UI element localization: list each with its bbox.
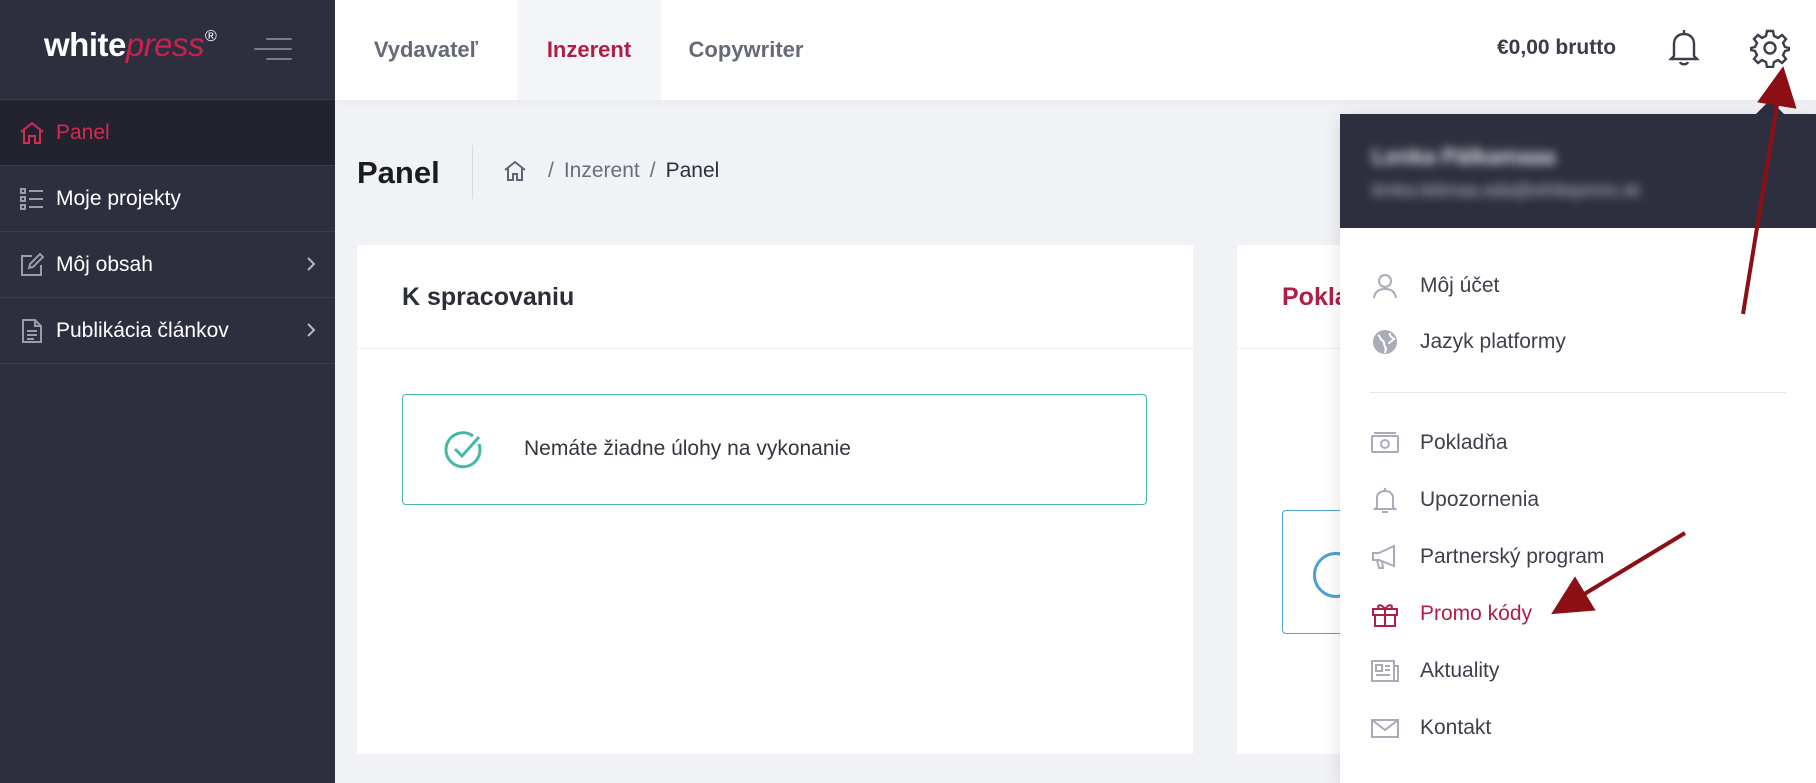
logo-white-text: white — [44, 26, 126, 63]
check-circle-icon — [444, 431, 482, 469]
no-tasks-notice: Nemáte žiadne úlohy na vykonanie — [402, 394, 1147, 505]
document-icon — [18, 317, 46, 345]
chevron-right-icon — [307, 257, 316, 271]
menu-toggle-icon[interactable] — [254, 36, 292, 62]
menu-item-label: Kontakt — [1420, 716, 1492, 739]
gift-icon — [1372, 604, 1398, 627]
breadcrumb-current: Panel — [665, 159, 720, 182]
cash-icon — [1371, 432, 1399, 453]
sidebar-item-content[interactable]: Môj obsah — [0, 232, 335, 298]
menu-item-label: Promo kódy — [1420, 602, 1533, 625]
logo-press-text: press — [125, 26, 205, 63]
sidebar-item-label: Panel — [56, 120, 110, 144]
home-icon[interactable] — [502, 158, 528, 184]
user-icon — [1373, 274, 1397, 299]
edit-icon — [18, 251, 46, 279]
menu-item-promo-codes[interactable]: Promo kódy — [1370, 594, 1532, 634]
menu-item-my-account[interactable]: Môj účet — [1370, 266, 1499, 306]
sidebar-item-panel[interactable]: Panel — [0, 100, 335, 166]
breadcrumb-separator: / — [548, 159, 554, 182]
sidebar: whitepress® Panel Moje projekty Môj obsa… — [0, 0, 335, 783]
menu-item-notifications[interactable]: Upozornenia — [1370, 480, 1539, 520]
menu-item-news[interactable]: Aktuality — [1370, 651, 1499, 691]
settings-dropdown: Lenka Pálkamaaa lenka.lelenaa.ada@whitep… — [1340, 114, 1816, 783]
tab-copywriter[interactable]: Copywriter — [661, 0, 831, 100]
sidebar-item-publication[interactable]: Publikácia článkov — [0, 298, 335, 364]
breadcrumb: / Inzerent / Panel — [502, 158, 719, 184]
newspaper-icon — [1371, 660, 1399, 682]
title-divider — [472, 145, 473, 199]
chevron-right-icon — [307, 323, 316, 337]
home-icon — [18, 119, 46, 147]
top-bar: Vydavateľ Inzerent Copywriter €0,00 brut… — [335, 0, 1816, 100]
globe-icon — [1373, 330, 1397, 354]
user-email: lenka.lelenaa.ada@whitepress.sk — [1372, 180, 1641, 200]
menu-item-partner-program[interactable]: Partnerský program — [1370, 537, 1604, 577]
no-tasks-text: Nemáte žiadne úlohy na vykonanie — [524, 437, 851, 460]
page-title: Panel — [357, 155, 440, 190]
menu-item-language[interactable]: Jazyk platformy — [1370, 322, 1566, 362]
sidebar-item-label: Publikácia článkov — [56, 318, 229, 342]
dropdown-divider — [1370, 392, 1786, 393]
menu-item-cashbox[interactable]: Pokladňa — [1370, 423, 1508, 463]
breadcrumb-separator: / — [649, 159, 656, 182]
dropdown-user-header: Lenka Pálkamaaa lenka.lelenaa.ada@whitep… — [1340, 114, 1816, 228]
sidebar-item-projects[interactable]: Moje projekty — [0, 166, 335, 232]
tasks-card-title: K spracovaniu — [357, 245, 1193, 349]
settings-gear-icon[interactable] — [1750, 28, 1790, 68]
account-balance[interactable]: €0,00 brutto — [1497, 36, 1616, 60]
logo-registered-mark: ® — [205, 28, 217, 45]
tasks-card: K spracovaniu Nemáte žiadne úlohy na vyk… — [357, 245, 1193, 754]
menu-item-label: Jazyk platformy — [1420, 330, 1566, 353]
menu-item-label: Môj účet — [1420, 274, 1500, 297]
user-name: Lenka Pálkamaaa — [1372, 144, 1556, 169]
breadcrumb-link-advertiser[interactable]: Inzerent — [564, 159, 640, 183]
bell-icon — [1372, 488, 1398, 513]
logo[interactable]: whitepress® — [44, 26, 217, 64]
list-icon — [18, 185, 46, 213]
notifications-bell-icon[interactable] — [1666, 27, 1702, 67]
tab-advertiser[interactable]: Inzerent — [517, 0, 661, 100]
tab-publisher[interactable]: Vydavateľ — [335, 0, 517, 100]
logo-area: whitepress® — [0, 0, 335, 100]
menu-item-contact[interactable]: Kontakt — [1370, 708, 1491, 748]
menu-item-label: Partnerský program — [1420, 545, 1605, 568]
envelope-icon — [1371, 719, 1399, 738]
megaphone-icon — [1372, 544, 1395, 569]
sidebar-item-label: Môj obsah — [56, 252, 153, 276]
menu-item-label: Upozornenia — [1420, 488, 1540, 511]
menu-item-label: Pokladňa — [1420, 431, 1508, 454]
menu-item-label: Aktuality — [1420, 659, 1500, 682]
sidebar-item-label: Moje projekty — [56, 186, 181, 210]
dropdown-caret — [1756, 100, 1784, 114]
